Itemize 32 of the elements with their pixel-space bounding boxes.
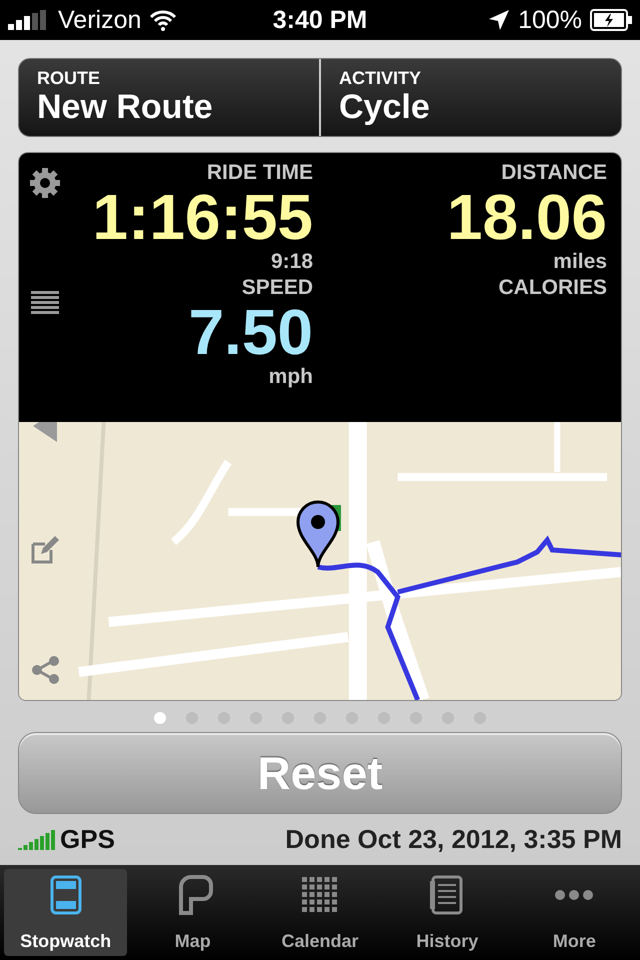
- map-pin-icon[interactable]: [295, 500, 341, 570]
- stat-label: RIDE TIME: [206, 161, 313, 185]
- calendar-icon: [300, 875, 340, 915]
- tab[interactable]: More: [512, 869, 636, 956]
- tab[interactable]: Map: [131, 869, 254, 956]
- list-icon[interactable]: [31, 291, 59, 317]
- stat-label: DISTANCE: [501, 161, 607, 185]
- clock-time: 3:40 PM: [272, 6, 368, 34]
- carrier-name: Verizon: [58, 6, 142, 34]
- gps-signal-icon: [18, 828, 58, 850]
- battery-icon: [590, 9, 632, 31]
- battery-percent: 100%: [518, 6, 582, 34]
- stat-label: CALORIES: [498, 276, 607, 300]
- edit-icon[interactable]: [31, 536, 59, 564]
- stat-unit: miles: [553, 249, 607, 274]
- settings-icon[interactable]: [29, 167, 61, 199]
- location-arrow-icon: [488, 9, 510, 31]
- share-icon[interactable]: [31, 656, 61, 684]
- page-dot[interactable]: [154, 712, 166, 724]
- stat-label: SPEED: [242, 276, 313, 300]
- wifi-icon: [149, 9, 178, 31]
- stat-value: 18.06: [446, 185, 607, 249]
- stat-value: 1:16:55: [92, 185, 313, 249]
- tab[interactable]: Stopwatch: [4, 869, 128, 956]
- tab[interactable]: Calendar: [258, 869, 382, 956]
- stat-unit: mph: [268, 364, 313, 390]
- tab[interactable]: History: [386, 869, 509, 956]
- more-icon: [554, 889, 594, 901]
- done-timestamp: Done Oct 23, 2012, 3:35 PM: [285, 824, 622, 854]
- stat-unit: 9:18: [270, 249, 313, 274]
- stat-value: 7.50: [188, 300, 313, 364]
- gps-label: GPS: [60, 824, 115, 854]
